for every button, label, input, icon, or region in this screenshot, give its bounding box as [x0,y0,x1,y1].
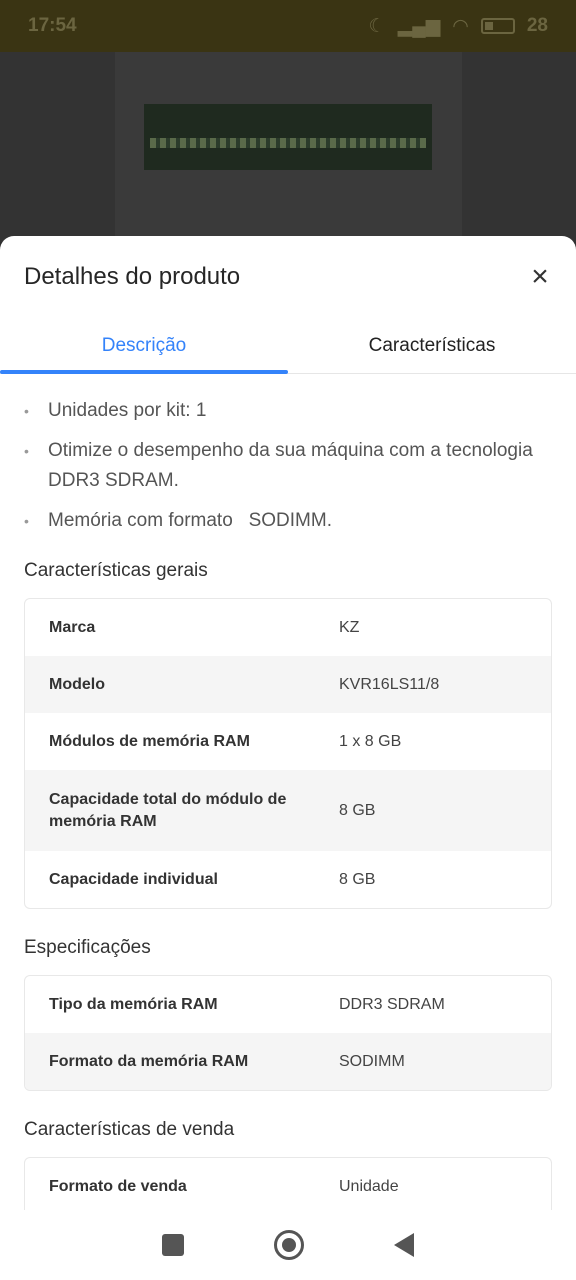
spec-label: Formato de venda [49,1177,187,1195]
table-row: Tipo da memória RAM DDR3 SDRAM [25,976,551,1033]
square-icon[interactable] [162,1234,184,1256]
bullet-text: Unidades por kit: 1 [48,400,207,421]
table-row: Modelo KVR16LS11/8 [25,656,551,713]
battery-icon [480,18,515,34]
table-row: Formato de venda Unidade [25,1158,551,1210]
battery-level: 28 [526,15,548,36]
table-row: Marca KZ [25,599,551,656]
spec-label: Formato da memória RAM [49,1052,249,1070]
bullet-icon: • [24,403,29,419]
spec-label: Capacidade total do módulo de memória RA… [49,790,287,830]
section-title-venda: Características de venda [24,1119,235,1140]
moon-icon: ☾ [368,15,386,37]
background-overlay[interactable] [0,52,576,242]
home-circle-icon[interactable] [274,1230,304,1260]
tab-caracteristicas[interactable]: Características [288,318,576,373]
bullet-icon: • [24,443,29,459]
table-row: Formato da memória RAM SODIMM [25,1033,551,1090]
table-row: Capacidade individual 8 GB [25,851,551,908]
spec-value: 8 GB [339,870,376,888]
system-nav-bar [0,1210,576,1280]
status-time: 17:54 [28,15,77,36]
wifi-icon: ◠ [452,15,469,37]
spec-value: KVR16LS11/8 [339,675,440,693]
spec-value: SODIMM [339,1052,405,1070]
tab-descricao[interactable]: Descrição [0,318,288,374]
spec-label: Tipo da memória RAM [49,995,218,1013]
spec-table-especificacoes: Tipo da memória RAM DDR3 SDRAM Formato d… [24,975,552,1091]
spec-value: DDR3 SDRAM [339,995,445,1013]
back-triangle-icon[interactable] [394,1233,414,1257]
spec-label: Módulos de memória RAM [49,732,250,750]
section-title-especificacoes: Especificações [24,937,151,958]
status-icons: ☾ ▂▄▆ ◠ 28 [369,15,548,38]
tab-bar: Descrição Características [0,318,576,374]
bullet-text: Otimize o desempenho da sua máquina com … [48,440,549,491]
spec-label: Modelo [49,675,105,693]
table-row: Módulos de memória RAM 1 x 8 GB [25,713,551,770]
bullet-text: Memória com formato SODIMM. [48,510,332,531]
status-bar: 17:54 ☾ ▂▄▆ ◠ 28 [0,0,576,52]
spec-value: 1 x 8 GB [339,732,402,750]
description-bullets: • Unidades por kit: 1 • Otimize o desemp… [0,374,576,536]
sheet-header: Detalhes do produto × [0,236,576,318]
spec-label: Marca [49,618,96,636]
background-product-image [144,104,432,170]
list-item: • Memória com formato SODIMM. [24,506,552,536]
table-row: Capacidade total do módulo de memória RA… [25,770,551,851]
spec-value: 8 GB [339,801,376,819]
spec-value: Unidade [339,1177,399,1195]
signal-icon: ▂▄▆ [397,15,441,37]
close-icon[interactable]: × [522,259,558,295]
section-title-gerais: Características gerais [24,560,208,581]
spec-table-gerais: Marca KZ Modelo KVR16LS11/8 Módulos de m… [24,598,552,909]
spec-label: Capacidade individual [49,870,218,888]
list-item: • Unidades por kit: 1 [24,396,552,426]
product-details-sheet: Detalhes do produto × Descrição Caracter… [0,236,576,1210]
spec-table-venda: Formato de venda Unidade [24,1157,552,1210]
spec-value: KZ [339,618,360,636]
list-item: • Otimize o desempenho da sua máquina co… [24,436,552,496]
bullet-icon: • [24,513,29,529]
sheet-title: Detalhes do produto [24,263,241,290]
